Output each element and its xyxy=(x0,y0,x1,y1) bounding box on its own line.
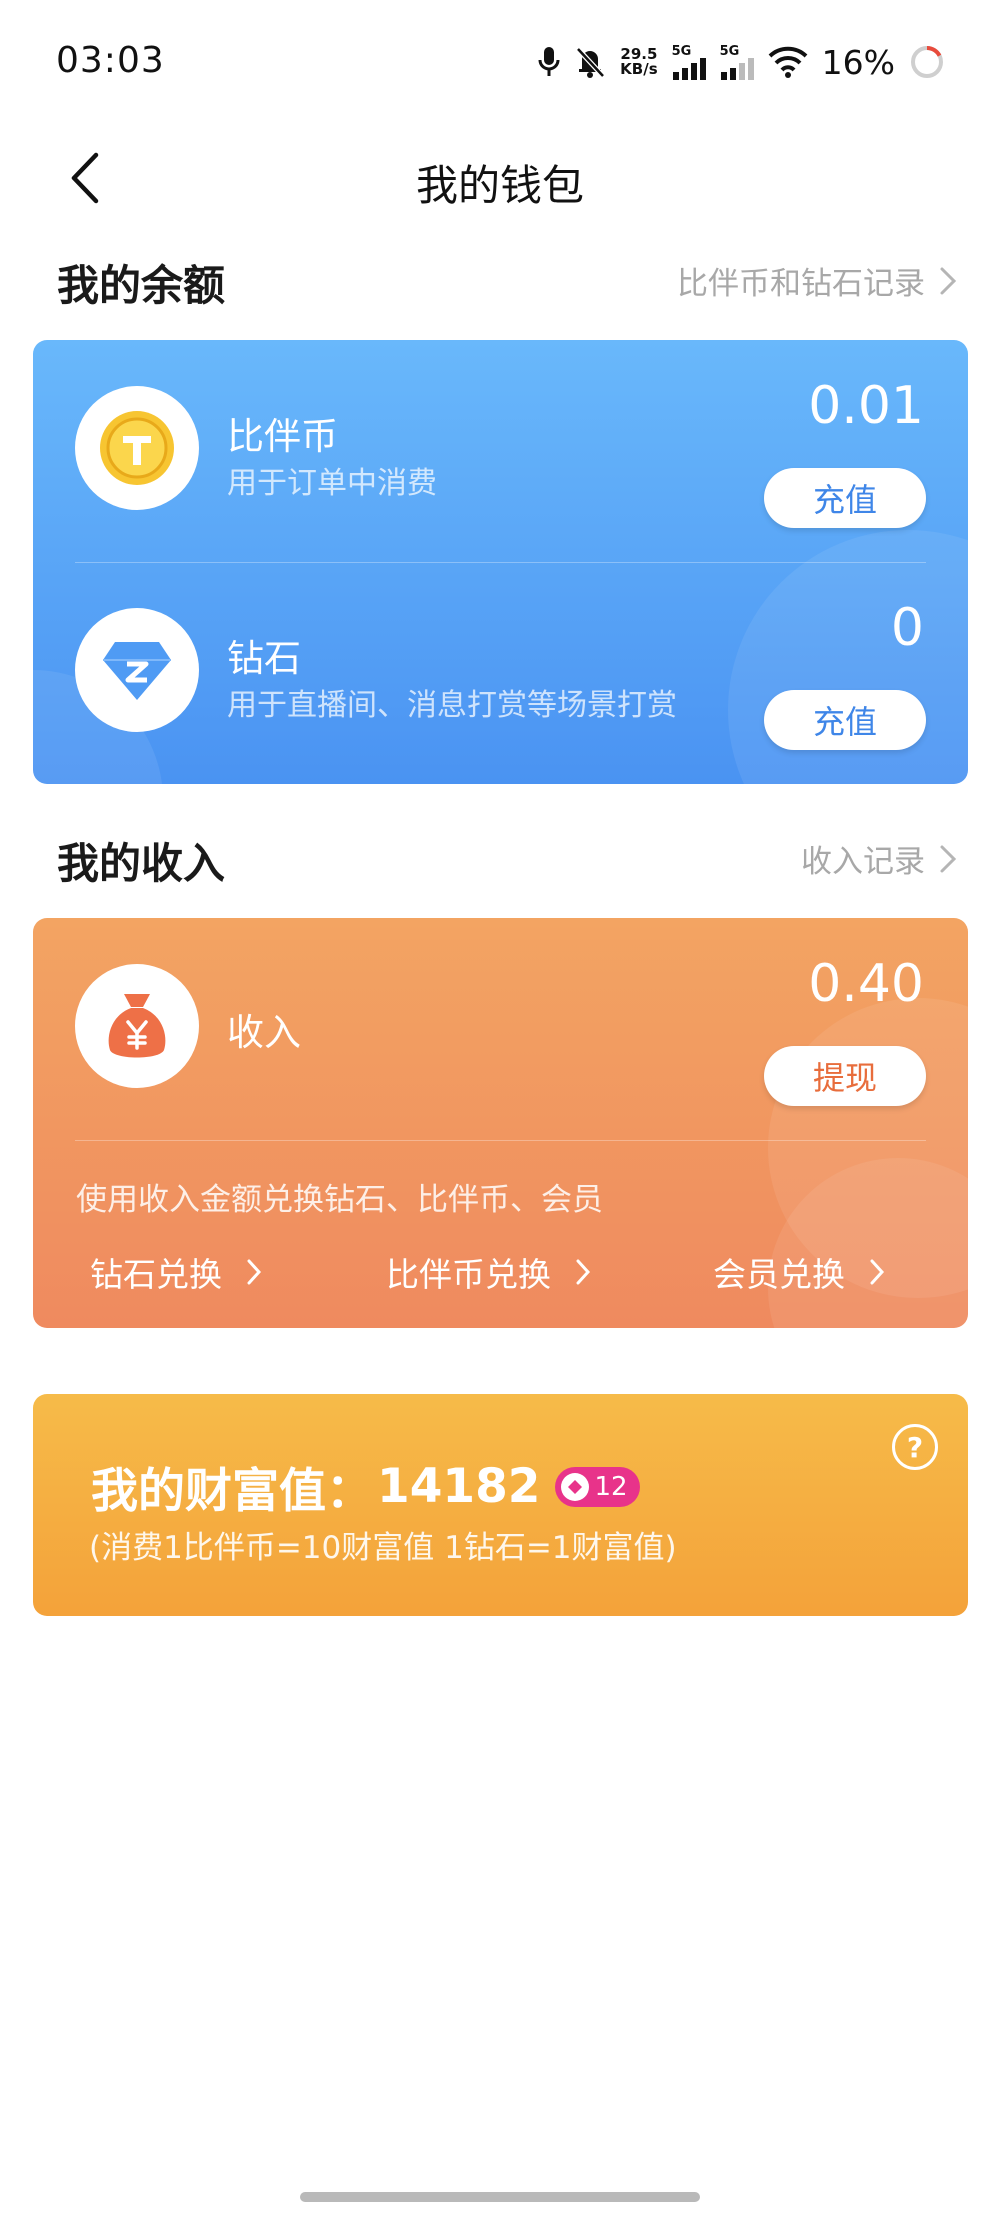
nav-bar: 我的钱包 xyxy=(0,130,1000,230)
wifi-icon xyxy=(768,46,808,78)
withdraw-button[interactable]: 提现 xyxy=(764,1046,926,1106)
coin-exchange-label: 比伴币兑换 xyxy=(386,1255,551,1294)
money-bag-icon-circle xyxy=(75,964,199,1088)
wealth-card[interactable]: 我的财富值： 14182 12 (消费1比伴币=10财富值 1钻石=1财富值) … xyxy=(33,1394,968,1616)
battery-ring-icon xyxy=(909,44,945,80)
coin-amount: 0.01 xyxy=(808,376,924,436)
coin-subtitle: 用于订单中消费 xyxy=(227,466,437,501)
diamond-subtitle: 用于直播间、消息打赏等场景打赏 xyxy=(227,688,677,723)
income-records-link[interactable]: 收入记录 xyxy=(801,836,957,881)
diamond-recharge-button[interactable]: 充值 xyxy=(764,690,926,750)
page-title: 我的钱包 xyxy=(415,161,584,210)
income-hint: 使用收入金额兑换钻石、比伴币、会员 xyxy=(76,1182,603,1218)
income-title: 收入 xyxy=(227,1011,301,1054)
coin-icon-circle xyxy=(75,386,199,510)
coin-row: 比伴币 用于订单中消费 0.01 充值 xyxy=(33,340,968,540)
status-bar: 03:03 29.5 KB/s 5G 5G 16% xyxy=(0,0,1000,130)
chevron-right-icon xyxy=(870,1259,885,1285)
balance-section-header: 我的余额 比伴币和钻石记录 xyxy=(57,246,957,310)
wealth-value: 14182 xyxy=(377,1459,541,1514)
battery-text: 16% xyxy=(821,42,895,82)
diamond-icon-circle xyxy=(75,608,199,732)
microphone-icon xyxy=(538,45,560,79)
mute-bell-icon xyxy=(574,45,606,79)
diamond-amount: 0 xyxy=(890,598,924,658)
help-icon[interactable]: ? xyxy=(892,1424,938,1470)
status-time: 03:03 xyxy=(56,40,165,81)
membership-exchange-link[interactable]: 会员兑换 xyxy=(713,1248,885,1296)
balance-card: 比伴币 用于订单中消费 0.01 充值 钻石 用于直播间、消息打赏等场景打赏 0… xyxy=(33,340,968,784)
divider xyxy=(75,1140,926,1141)
net-speed-unit: KB/s xyxy=(620,60,658,78)
wealth-label: 我的财富值： xyxy=(91,1464,373,1519)
level-diamond-icon xyxy=(560,1472,589,1501)
coin-recharge-button[interactable]: 充值 xyxy=(764,468,926,528)
wealth-level: 12 xyxy=(594,1471,628,1502)
chevron-right-icon xyxy=(247,1259,262,1285)
income-section-title: 我的收入 xyxy=(57,839,226,888)
wealth-note: (消费1比伴币=10财富值 1钻石=1财富值) xyxy=(89,1530,677,1566)
income-card: 收入 0.40 提现 使用收入金额兑换钻石、比伴币、会员 钻石兑换 比伴币兑换 … xyxy=(33,918,968,1328)
membership-exchange-label: 会员兑换 xyxy=(713,1255,845,1294)
chevron-right-icon xyxy=(576,1259,591,1285)
chevron-right-icon xyxy=(940,845,957,872)
chevron-right-icon xyxy=(940,267,957,294)
signal-icon: 5G xyxy=(672,45,706,80)
signal-1-label: 5G xyxy=(671,43,692,59)
income-records-label: 收入记录 xyxy=(801,844,925,880)
money-bag-icon xyxy=(108,994,166,1058)
diamond-exchange-link[interactable]: 钻石兑换 xyxy=(90,1248,262,1296)
signal-icon: 5G xyxy=(720,45,754,80)
diamond-row: 钻石 用于直播间、消息打赏等场景打赏 0 充值 xyxy=(33,562,968,762)
diamond-title: 钻石 xyxy=(227,637,301,680)
income-amount: 0.40 xyxy=(808,954,924,1014)
coin-exchange-link[interactable]: 比伴币兑换 xyxy=(386,1248,591,1296)
diamond-exchange-label: 钻石兑换 xyxy=(90,1255,222,1294)
income-section-header: 我的收入 收入记录 xyxy=(57,824,957,888)
signal-2-label: 5G xyxy=(719,43,740,59)
status-icons: 29.5 KB/s 5G 5G 16% xyxy=(538,42,945,82)
coin-icon xyxy=(100,411,174,485)
balance-section-title: 我的余额 xyxy=(57,261,226,310)
wealth-line: 我的财富值： 14182 12 xyxy=(91,1452,640,1521)
coin-title: 比伴币 xyxy=(227,415,338,458)
diamond-icon xyxy=(103,642,171,700)
home-indicator[interactable] xyxy=(300,2192,700,2202)
net-speed: 29.5 KB/s xyxy=(620,47,657,77)
coin-diamond-records-link[interactable]: 比伴币和钻石记录 xyxy=(677,258,957,303)
coin-diamond-records-label: 比伴币和钻石记录 xyxy=(677,266,925,302)
wealth-level-badge: 12 xyxy=(554,1466,640,1507)
